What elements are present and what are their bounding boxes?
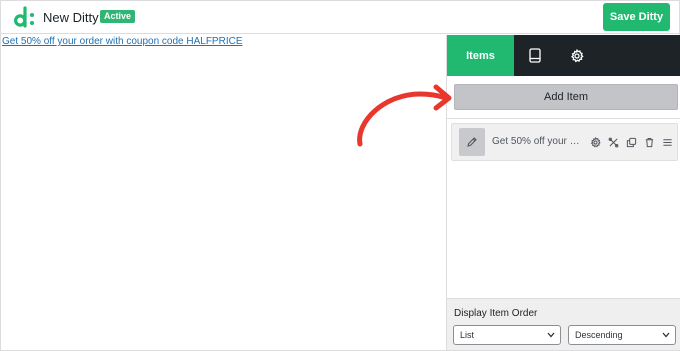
tab-items[interactable]: Items [447,35,514,76]
tab-settings[interactable] [556,35,598,76]
save-ditty-button[interactable]: Save Ditty [603,3,670,31]
order-direction-value: Descending [575,330,623,340]
gear-icon [570,48,584,62]
tab-display[interactable] [514,35,556,76]
item-type-thumb[interactable] [459,128,485,156]
item-label: Get 50% off your or... [492,136,582,147]
list-item[interactable]: Get 50% off your or... [451,123,678,161]
order-direction-select[interactable]: Descending [568,325,676,345]
item-layout-tools-icon[interactable] [607,136,619,148]
item-clone-icon[interactable] [625,136,637,148]
item-drag-handle-icon[interactable] [661,136,673,148]
status-badge: Active [100,10,136,23]
sidebar-tabs: Items [447,35,680,76]
item-delete-trash-icon[interactable] [643,136,655,148]
pencil-icon [467,137,477,147]
editor-sidebar: Items Add Item Get 50% off your or... Di… [446,35,680,350]
ditty-title[interactable]: New Ditty [43,10,99,25]
panel-divider [447,118,680,119]
tablet-icon [529,48,541,63]
display-order-panel: Display Item Order List Descending [447,298,680,350]
chevron-down-icon [547,332,555,338]
tab-items-label: Items [466,49,495,62]
add-item-button[interactable]: Add Item [454,84,678,110]
order-by-select[interactable]: List [453,325,561,345]
item-settings-gear-icon[interactable] [589,136,601,148]
ditty-preview: Get 50% off your order with coupon code … [1,35,445,350]
editor-header: New Ditty Active Save Ditty [1,1,679,34]
ticker-item-link[interactable]: Get 50% off your order with coupon code … [2,36,243,47]
chevron-down-icon [662,332,670,338]
item-actions [589,136,673,148]
items-panel: Add Item Get 50% off your or... [447,76,680,298]
ditty-logo-icon [14,6,34,28]
order-by-value: List [460,330,475,340]
display-order-label: Display Item Order [454,308,538,319]
